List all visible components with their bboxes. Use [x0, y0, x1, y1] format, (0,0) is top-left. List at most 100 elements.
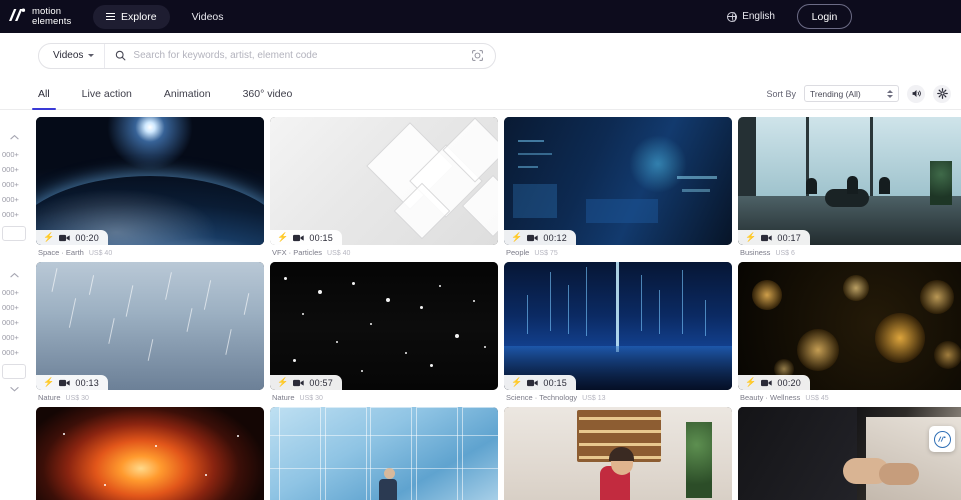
- tab-all[interactable]: All: [38, 78, 50, 110]
- login-button-label: Login: [812, 11, 838, 23]
- video-thumbnail[interactable]: ⚡ 00:57: [270, 262, 498, 390]
- video-card[interactable]: ⚡ 00:15 Science · Technology US$ 13: [504, 262, 732, 402]
- duration-badge: ⚡ 00:13: [36, 375, 108, 390]
- filter-count[interactable]: 000+: [0, 192, 28, 207]
- video-card[interactable]: ⚡ 00:15 VFX · Particles US$ 40: [270, 117, 498, 257]
- expand-group-3-button[interactable]: [0, 379, 28, 399]
- thumbnail-art-people: [504, 117, 732, 245]
- site-logo[interactable]: motion elements: [8, 7, 76, 27]
- thumbnail-art-space-earth: [36, 117, 264, 245]
- video-thumbnail[interactable]: ⚡ 00:13: [36, 262, 264, 390]
- video-category[interactable]: Science · Technology: [506, 393, 577, 402]
- video-card[interactable]: [504, 407, 732, 500]
- duration-text: 00:17: [777, 233, 801, 243]
- filter-count[interactable]: 000+: [0, 330, 28, 345]
- globe-icon: [727, 12, 737, 22]
- filter-input-group-1[interactable]: [2, 226, 26, 241]
- tab-360-video[interactable]: 360° video: [243, 78, 293, 110]
- video-category[interactable]: People: [506, 248, 529, 257]
- lightning-icon: ⚡: [511, 233, 522, 242]
- search-category-dropdown[interactable]: Videos: [39, 44, 105, 68]
- video-category[interactable]: VFX · Particles: [272, 248, 322, 257]
- video-card[interactable]: ⚡ 00:13 Nature US$ 30: [36, 262, 264, 402]
- filter-count[interactable]: 000+: [0, 345, 28, 360]
- video-caption: Science · Technology US$ 13: [504, 390, 732, 402]
- login-button[interactable]: Login: [797, 4, 852, 29]
- video-category[interactable]: Business: [740, 248, 770, 257]
- video-thumbnail[interactable]: ⚡ 00:15: [270, 117, 498, 245]
- video-thumbnail[interactable]: ⚡ 00:12: [504, 117, 732, 245]
- video-card[interactable]: ⚡ 00:20 Beauty · Wellness US$ 45: [738, 262, 961, 402]
- language-selector[interactable]: English: [727, 11, 775, 22]
- thumbnail-art-glass-building: [270, 407, 498, 500]
- search-input[interactable]: [133, 50, 471, 61]
- gear-icon: [937, 88, 948, 99]
- video-thumbnail[interactable]: [738, 407, 961, 500]
- video-category[interactable]: Nature: [272, 393, 295, 402]
- video-category[interactable]: Space · Earth: [38, 248, 84, 257]
- video-camera-icon: [293, 379, 304, 387]
- filter-count[interactable]: 000+: [0, 147, 28, 162]
- video-thumbnail[interactable]: ⚡ 00:20: [738, 262, 961, 390]
- filter-input-group-2[interactable]: [2, 364, 26, 379]
- video-thumbnail[interactable]: [36, 407, 264, 500]
- explore-button[interactable]: Explore: [93, 5, 170, 29]
- filter-count[interactable]: 000+: [0, 300, 28, 315]
- search-icon: [115, 50, 126, 61]
- results-row: ⚡ 00:20 Space · Earth US$ 40: [36, 117, 961, 257]
- video-category[interactable]: Nature: [38, 393, 61, 402]
- video-card[interactable]: [270, 407, 498, 500]
- video-camera-icon: [59, 379, 70, 387]
- floating-badge-button[interactable]: [929, 426, 955, 452]
- video-card[interactable]: ⚡ 00:57 Nature US$ 30: [270, 262, 498, 402]
- video-thumbnail[interactable]: ⚡ 00:20: [36, 117, 264, 245]
- filter-count[interactable]: 000+: [0, 315, 28, 330]
- duration-text: 00:20: [777, 378, 801, 388]
- search-bar: Videos: [38, 43, 496, 69]
- duration-text: 00:12: [543, 233, 567, 243]
- tab-360-video-label: 360° video: [243, 88, 293, 100]
- video-card[interactable]: ⚡ 00:20 Space · Earth US$ 40: [36, 117, 264, 257]
- video-category[interactable]: Beauty · Wellness: [740, 393, 800, 402]
- video-card[interactable]: ⚡ 00:17 Business US$ 6: [738, 117, 961, 257]
- results-row: [36, 407, 961, 500]
- video-card[interactable]: [738, 407, 961, 500]
- lightning-icon: ⚡: [511, 378, 522, 387]
- tab-live-action[interactable]: Live action: [82, 78, 132, 110]
- search-row: Videos: [0, 33, 961, 78]
- thumbnail-art-nature-rain: [36, 262, 264, 390]
- video-card[interactable]: [36, 407, 264, 500]
- explore-button-label: Explore: [121, 11, 157, 23]
- video-caption: Beauty · Wellness US$ 45: [738, 390, 961, 402]
- lightning-icon: ⚡: [277, 233, 288, 242]
- video-camera-icon: [527, 379, 538, 387]
- sort-by-dropdown[interactable]: Trending (All): [804, 85, 899, 102]
- video-thumbnail[interactable]: [270, 407, 498, 500]
- filter-group-1: 000+ 000+ 000+ 000+ 000+: [0, 117, 28, 241]
- filter-count[interactable]: 000+: [0, 162, 28, 177]
- sound-toggle-button[interactable]: [907, 85, 925, 103]
- tab-animation[interactable]: Animation: [164, 78, 211, 110]
- tab-live-action-label: Live action: [82, 88, 132, 100]
- video-thumbnail[interactable]: ⚡ 00:17: [738, 117, 961, 245]
- results-row: ⚡ 00:13 Nature US$ 30: [36, 262, 961, 402]
- header-right-group: English Login: [727, 4, 852, 29]
- display-settings-button[interactable]: [933, 85, 951, 103]
- duration-badge: ⚡ 00:12: [504, 230, 576, 245]
- collapse-group-2-button[interactable]: [0, 265, 28, 285]
- visual-search-icon[interactable]: [471, 49, 484, 62]
- video-caption: People US$ 75: [504, 245, 732, 257]
- stepper-icon: [887, 90, 893, 98]
- motionelements-logo-icon: [8, 7, 30, 27]
- nav-item-videos[interactable]: Videos: [192, 11, 224, 23]
- video-thumbnail[interactable]: [504, 407, 732, 500]
- filter-count[interactable]: 000+: [0, 285, 28, 300]
- filter-count[interactable]: 000+: [0, 177, 28, 192]
- filter-count[interactable]: 000+: [0, 207, 28, 222]
- video-thumbnail[interactable]: ⚡ 00:15: [504, 262, 732, 390]
- collapse-group-1-button[interactable]: [0, 127, 28, 147]
- results-grid: ⚡ 00:20 Space · Earth US$ 40: [0, 117, 961, 500]
- lightning-icon: ⚡: [43, 233, 54, 242]
- thumbnail-art-vfx-particles: [270, 117, 498, 245]
- video-card[interactable]: ⚡ 00:12 People US$ 75: [504, 117, 732, 257]
